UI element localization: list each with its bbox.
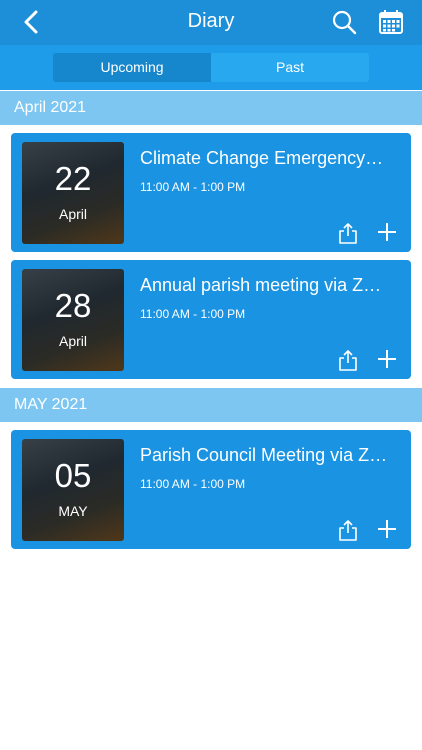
share-icon[interactable] [338,519,358,541]
event-day: 05 [54,457,92,494]
month-header: April 2021 [0,91,422,125]
event-card[interactable]: 28 April Annual parish meeting via Z… 11… [11,260,411,379]
month-header: MAY 2021 [0,388,422,422]
segment-bar: Upcoming Past [0,45,422,90]
event-time: 11:00 AM - 1:00 PM [140,307,246,321]
event-thumbnail: 28 April [22,269,124,371]
event-title: Climate Change Emergency… [140,148,384,168]
event-month: MAY [58,503,88,519]
segmented-control: Upcoming Past [53,53,369,82]
event-month: April [58,206,87,222]
search-icon[interactable] [331,9,357,35]
event-title: Parish Council Meeting via Z… [140,445,388,465]
tab-upcoming[interactable]: Upcoming [53,53,211,82]
event-day: 28 [54,287,92,324]
app-header: Diary [0,0,422,45]
add-icon[interactable] [376,221,398,243]
event-day: 22 [54,160,92,197]
page-title: Diary [187,10,235,32]
event-time: 11:00 AM - 1:00 PM [140,477,246,491]
share-icon[interactable] [338,349,358,371]
event-month: April [58,333,87,349]
calendar-icon[interactable] [378,9,404,35]
event-title: Annual parish meeting via Z… [140,275,382,295]
event-card[interactable]: 05 MAY Parish Council Meeting via Z… 11:… [11,430,411,549]
event-thumbnail: 22 April [22,142,124,244]
event-thumbnail: 05 MAY [22,439,124,541]
add-icon[interactable] [376,348,398,370]
event-time: 11:00 AM - 1:00 PM [140,180,246,194]
tab-past[interactable]: Past [211,53,369,82]
share-icon[interactable] [338,222,358,244]
event-card[interactable]: 22 April Climate Change Emergency… 11:00… [11,133,411,252]
add-icon[interactable] [376,518,398,540]
